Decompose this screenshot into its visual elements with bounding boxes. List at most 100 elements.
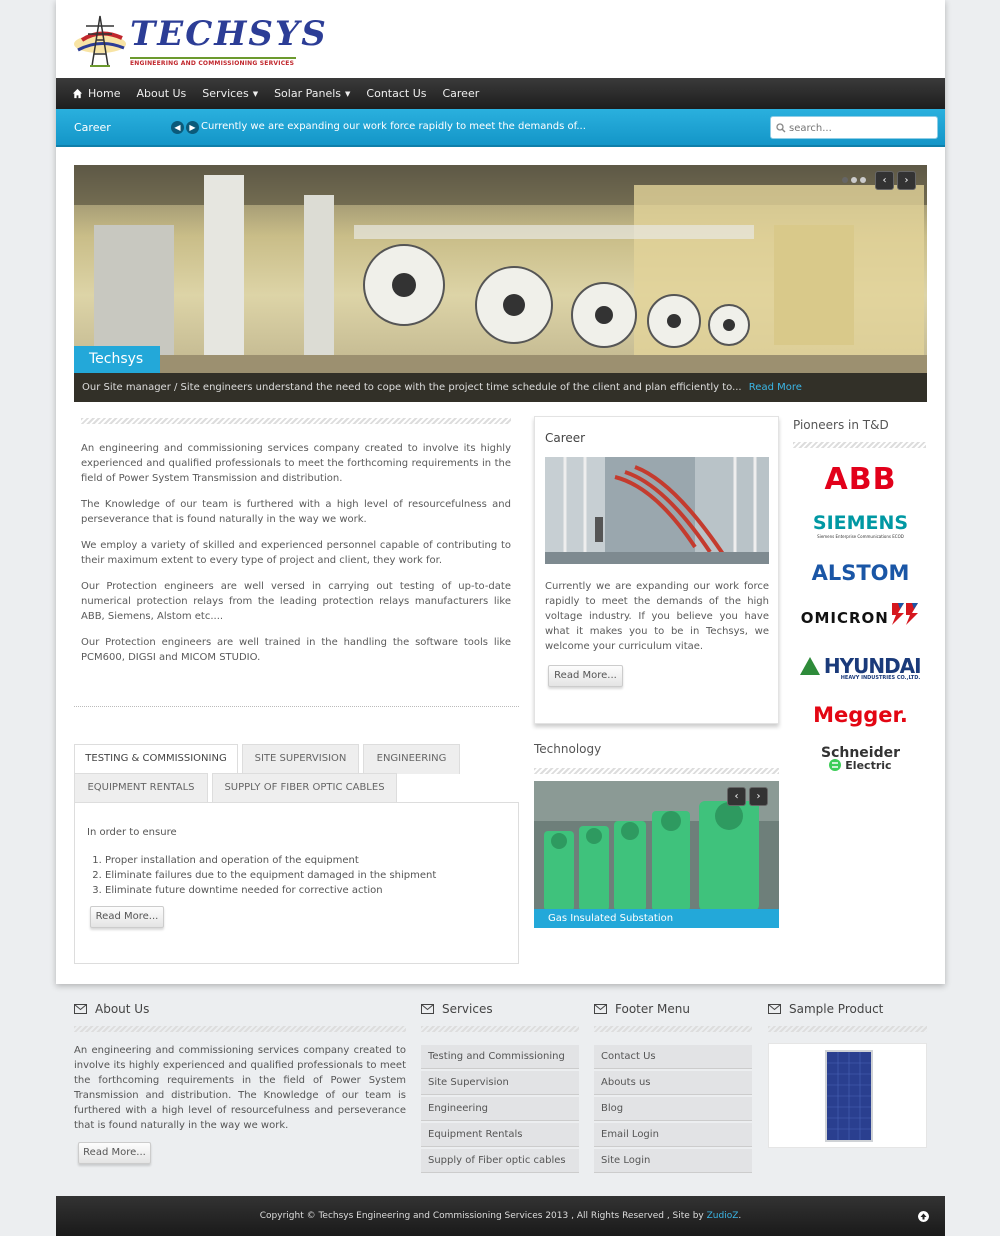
career-title: Career (545, 431, 586, 445)
substation-photo (74, 165, 927, 402)
intro-paragraph: The Knowledge of our team is furthered w… (81, 499, 511, 525)
footer-service-link[interactable]: Supply of Fiber optic cables (421, 1149, 579, 1173)
slider-next-button[interactable]: › (897, 171, 916, 190)
footer-service-link[interactable]: Testing and Commissioning (421, 1045, 579, 1069)
search-input[interactable] (789, 120, 929, 136)
search-box (770, 116, 938, 139)
section-divider (421, 1026, 579, 1032)
nav-contact[interactable]: Contact Us (366, 87, 426, 100)
footer-menu-link[interactable]: Blog (594, 1097, 752, 1121)
nav-about[interactable]: About Us (136, 87, 186, 100)
hyundai-triangle-icon (800, 657, 821, 675)
copyright-text: Copyright © Techsys Engineering and Comm… (259, 1211, 707, 1221)
career-text: Currently we are expanding our work forc… (545, 581, 769, 652)
section-divider (534, 768, 779, 774)
sample-product-image[interactable] (768, 1043, 927, 1148)
omicron-logo[interactable]: OMICRON (794, 603, 927, 627)
technology-title: Technology (534, 742, 602, 756)
footer-about-text: An engineering and commissioning service… (74, 1045, 406, 1131)
tech-prev-button[interactable]: ‹ (727, 787, 746, 806)
footer-menu-link[interactable]: Abouts us (594, 1071, 752, 1095)
footer-read-more-button[interactable]: Read More... (78, 1142, 151, 1164)
hyundai-logo-subtext: HEAVY INDUSTRIES CO.,LTD. (840, 675, 921, 681)
nav-solar-panels[interactable]: Solar Panels ▼ (274, 87, 350, 100)
nav-career[interactable]: Career (442, 87, 479, 100)
list-item: Eliminate future downtime needed for cor… (105, 883, 436, 898)
footer-menu-link[interactable]: Email Login (594, 1123, 752, 1147)
section-divider (74, 1026, 406, 1032)
footer-menu-heading: Footer Menu (594, 1002, 690, 1016)
nav-services-label: Services (202, 87, 249, 100)
schneider-mark-icon (829, 759, 842, 771)
ticker-text[interactable]: Currently we are expanding our work forc… (201, 121, 586, 132)
siemens-logo[interactable]: SIEMENS Siemens Enterprise Communication… (794, 512, 927, 539)
tab-lead-text: In order to ensure (87, 827, 177, 838)
slide-read-more-link[interactable]: Read More (749, 382, 802, 393)
omicron-mark-icon (892, 603, 919, 625)
solar-panel-image (825, 1050, 873, 1142)
footer-menu-link[interactable]: Contact Us (594, 1045, 752, 1069)
slider-prev-button[interactable]: ‹ (875, 171, 894, 190)
tower-logo-icon (74, 15, 126, 67)
technology-slider: ‹ › Gas Insulated Substation (534, 781, 779, 928)
footer-menu-link[interactable]: Site Login (594, 1149, 752, 1173)
envelope-icon (74, 1004, 87, 1014)
footer-service-link[interactable]: Equipment Rentals (421, 1123, 579, 1147)
scroll-top-icon[interactable] (918, 1211, 929, 1222)
tab-read-more-button[interactable]: Read More... (90, 906, 164, 928)
nav-solar-label: Solar Panels (274, 87, 342, 100)
tab-testing-commissioning[interactable]: TESTING & COMMISSIONING (74, 744, 238, 774)
page-container: TECHSYS ENGINEERING AND COMMISSIONING SE… (56, 0, 945, 984)
abb-logo[interactable]: ABB (794, 462, 927, 497)
chevron-left-icon[interactable]: ◀ (171, 121, 184, 134)
site-logo[interactable]: TECHSYS ENGINEERING AND COMMISSIONING SE… (72, 10, 326, 70)
slide-title: Techsys (74, 346, 160, 373)
tab-fiber-optic[interactable]: SUPPLY OF FIBER OPTIC CABLES (212, 773, 397, 803)
career-read-more-button[interactable]: Read More... (548, 665, 623, 687)
slider-dot[interactable] (860, 177, 866, 183)
omicron-logo-text: OMICRON (800, 609, 889, 627)
slide-caption-text: Our Site manager / Site engineers unders… (82, 382, 742, 393)
list-item: Eliminate failures due to the equipment … (105, 868, 436, 883)
envelope-icon (421, 1004, 434, 1014)
logo-tagline: ENGINEERING AND COMMISSIONING SERVICES (130, 60, 295, 67)
slider-dot[interactable] (842, 177, 848, 183)
home-icon (72, 88, 83, 99)
section-divider (793, 442, 926, 448)
developer-link[interactable]: ZudioZ (707, 1211, 739, 1221)
slider-dots (842, 177, 866, 183)
caret-down-icon: ▼ (252, 89, 259, 98)
chevron-right-icon[interactable]: ▶ (186, 121, 199, 134)
hyundai-logo[interactable]: HYUNDAI HEAVY INDUSTRIES CO.,LTD. (794, 654, 927, 681)
envelope-icon (594, 1004, 607, 1014)
intro-paragraph: Our Protection engineers are well versed… (81, 581, 511, 622)
footer-service-link[interactable]: Site Supervision (421, 1071, 579, 1095)
tab-engineering[interactable]: ENGINEERING (363, 744, 460, 774)
main-nav: Home About Us Services ▼ Solar Panels ▼ … (56, 78, 945, 109)
switchgear-room-image (545, 457, 769, 564)
tab-equipment-rentals[interactable]: EQUIPMENT RENTALS (74, 773, 208, 803)
copyright-end: . (738, 1211, 742, 1221)
intro-paragraph: We employ a variety of skilled and exper… (81, 540, 511, 566)
alstom-logo[interactable]: ALSTOM (794, 561, 927, 585)
footer-about-heading: About Us (74, 1002, 149, 1016)
caret-down-icon: ▼ (345, 89, 351, 98)
schneider-logo-subtext: Electric (794, 759, 927, 772)
schneider-logo[interactable]: Schneider Electric (794, 745, 927, 772)
career-photo (545, 457, 769, 564)
nav-home[interactable]: Home (72, 87, 120, 100)
intro-paragraph: Our Protection engineers are well traine… (81, 637, 511, 663)
tech-next-button[interactable]: › (749, 787, 768, 806)
section-divider (81, 418, 511, 424)
hero-slider: ‹ › Techsys Our Site manager / Site engi… (74, 165, 927, 402)
footer-menu-title: Footer Menu (615, 1002, 690, 1016)
intro-text: An engineering and commissioning service… (81, 441, 511, 676)
megger-logo[interactable]: Megger. (794, 703, 927, 727)
tab-site-supervision[interactable]: SITE SUPERVISION (242, 744, 359, 774)
footer-service-link[interactable]: Engineering (421, 1097, 579, 1121)
nav-services[interactable]: Services ▼ (202, 87, 258, 100)
section-divider (594, 1026, 752, 1032)
envelope-icon (768, 1004, 781, 1014)
footer-about-title: About Us (95, 1002, 150, 1016)
slider-dot[interactable] (851, 177, 857, 183)
